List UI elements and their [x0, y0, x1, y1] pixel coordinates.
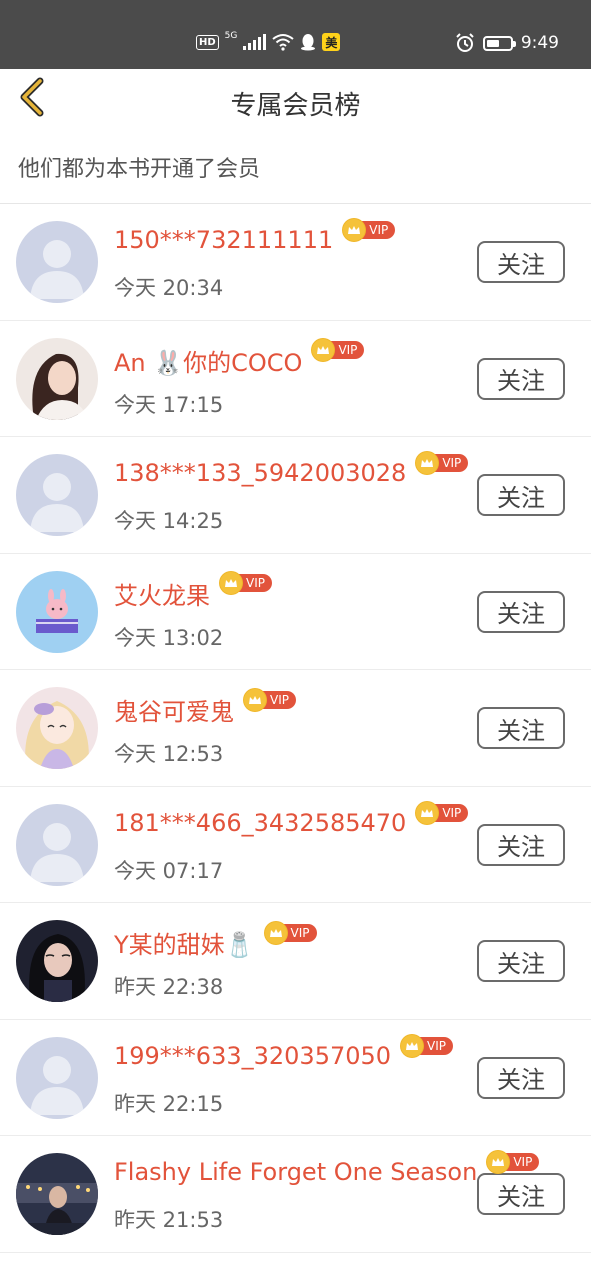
member-name: An 🐰你的COCO VIP — [114, 339, 365, 378]
vip-badge: VIP — [487, 1151, 540, 1173]
member-name-text: 199***633_320357050 — [114, 1041, 392, 1070]
member-name-text: 150***732111111 — [114, 226, 334, 254]
avatar[interactable] — [16, 454, 98, 536]
member-name-text: Y某的甜妹🧂 — [114, 931, 255, 959]
member-name: 181***466_3432585470 VIP — [114, 801, 469, 837]
list-item[interactable]: 138***133_5942003028 VIP 今天 14:25 关注 — [0, 437, 591, 554]
list-item[interactable]: An 🐰你的COCO VIP 今天 17:15 关注 — [0, 321, 591, 437]
avatar[interactable] — [16, 337, 98, 420]
page-title: 专属会员榜 — [230, 91, 361, 121]
list-item[interactable]: 199***633_320357050 VIP 昨天 22:15 关注 — [0, 1020, 591, 1136]
member-name: 199***633_320357050 VIP — [114, 1034, 454, 1070]
follow-button[interactable]: 关注 — [477, 1173, 565, 1215]
crown-icon — [264, 921, 287, 944]
avatar[interactable] — [16, 803, 98, 886]
vip-badge: VIP — [343, 219, 396, 241]
follow-button[interactable]: 关注 — [477, 241, 565, 283]
member-time: 今天 17:15 — [114, 392, 224, 417]
crown-icon — [401, 1034, 424, 1057]
list-item[interactable]: Y某的甜妹🧂 VIP 昨天 22:38 关注 — [0, 903, 591, 1020]
meituan-icon: 美 — [322, 33, 341, 51]
follow-button[interactable]: 关注 — [477, 590, 565, 633]
member-name: 138***133_5942003028 VIP — [114, 452, 469, 487]
avatar[interactable] — [16, 221, 98, 303]
member-name-text: Flashy Life Forget One Season — [114, 1158, 478, 1186]
subtitle: 他们都为本书开通了会员 — [0, 135, 591, 204]
avatar[interactable] — [16, 687, 98, 769]
member-time: 今天 07:17 — [114, 858, 224, 883]
vip-badge: VIP — [401, 1034, 454, 1057]
vip-badge: VIP — [264, 921, 317, 944]
alarm-icon — [456, 33, 474, 52]
follow-button[interactable]: 关注 — [477, 823, 565, 866]
clock: 9:49 — [520, 33, 559, 53]
qq-icon — [301, 34, 316, 51]
member-time: 今天 14:25 — [114, 509, 224, 533]
hd-badge: HD — [196, 34, 219, 50]
member-name-text: 艾火龙果 — [114, 581, 210, 610]
member-time: 今天 20:34 — [114, 276, 224, 300]
list-item[interactable]: 150***732111111 VIP 今天 20:34 关注 — [0, 204, 591, 321]
member-time: 昨天 22:38 — [114, 975, 224, 999]
status-bar: HD 5G 美 9:49 — [0, 0, 591, 69]
member-time: 昨天 21:53 — [114, 1208, 224, 1232]
crown-icon — [416, 801, 439, 824]
network-label: 5G — [224, 31, 238, 41]
member-time: 昨天 22:15 — [114, 1091, 224, 1116]
avatar[interactable] — [16, 1153, 98, 1235]
battery-icon — [482, 35, 516, 51]
member-name-text: An 🐰你的COCO — [114, 348, 303, 377]
member-list: 150***732111111 VIP 今天 20:34 关注 An 🐰你的CO… — [0, 204, 591, 1253]
vip-badge: VIP — [244, 688, 296, 711]
list-item[interactable]: Flashy Life Forget One Season VIP 昨天 21:… — [0, 1136, 591, 1253]
follow-button[interactable]: 关注 — [477, 474, 565, 516]
member-name-text: 138***133_5942003028 — [114, 459, 407, 487]
vip-badge: VIP — [312, 339, 365, 361]
list-item[interactable]: 鬼谷可爱鬼 VIP 今天 12:53 关注 — [0, 670, 591, 787]
signal-icon — [243, 34, 267, 50]
member-name: 150***732111111 VIP — [114, 219, 396, 254]
vip-badge: VIP — [416, 452, 469, 474]
member-time: 今天 13:02 — [114, 625, 224, 650]
vip-badge: VIP — [416, 801, 469, 824]
member-name: Y某的甜妹🧂 VIP — [114, 921, 317, 960]
nav-header: 专属会员榜 — [0, 69, 591, 135]
member-name-text: 181***466_3432585470 — [114, 808, 407, 837]
avatar[interactable] — [16, 920, 98, 1002]
follow-button[interactable]: 关注 — [477, 357, 565, 400]
crown-icon — [220, 572, 242, 594]
member-time: 今天 12:53 — [114, 742, 224, 766]
avatar[interactable] — [16, 1036, 98, 1119]
member-name-text: 鬼谷可爱鬼 — [114, 698, 234, 726]
follow-button[interactable]: 关注 — [477, 940, 565, 982]
list-item[interactable]: 181***466_3432585470 VIP 今天 07:17 关注 — [0, 787, 591, 903]
crown-icon — [244, 688, 266, 711]
follow-button[interactable]: 关注 — [477, 707, 565, 749]
member-name: 鬼谷可爱鬼 VIP — [114, 688, 296, 727]
follow-button[interactable]: 关注 — [477, 1056, 565, 1099]
status-icons-center: HD 5G 美 — [196, 31, 341, 51]
member-name: Flashy Life Forget One Season VIP — [114, 1151, 540, 1186]
avatar[interactable] — [16, 570, 98, 653]
list-item[interactable]: 艾火龙果 VIP 今天 13:02 关注 — [0, 554, 591, 670]
status-icons-right: 9:49 — [455, 33, 559, 53]
vip-badge: VIP — [220, 572, 272, 594]
wifi-icon — [272, 34, 294, 51]
member-name: 艾火龙果 VIP — [114, 572, 272, 611]
